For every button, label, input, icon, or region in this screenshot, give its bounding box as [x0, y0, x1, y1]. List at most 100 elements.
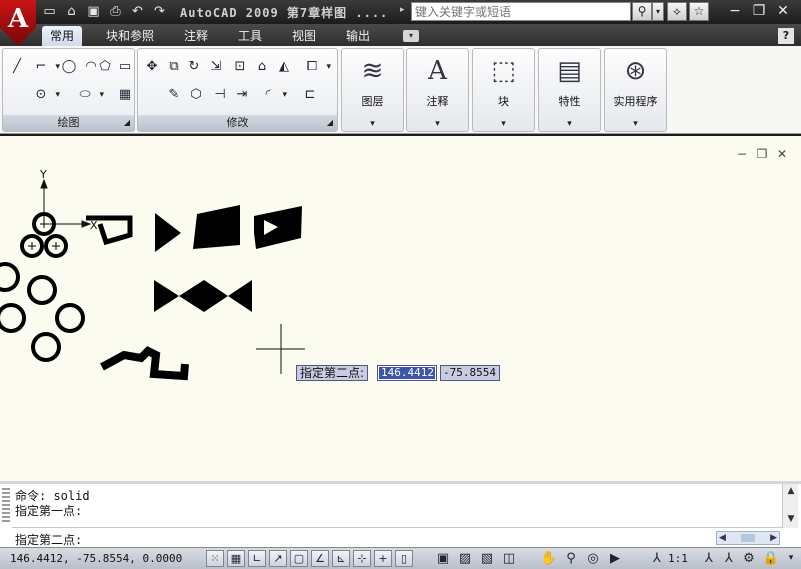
chevron-down-icon[interactable]: ▾	[342, 119, 403, 129]
annotation-scale-icon[interactable]: ⅄	[648, 550, 666, 567]
tab-annotate[interactable]: 注释	[176, 26, 216, 46]
chevron-down-icon[interactable]: ▾	[473, 119, 534, 129]
extend-tool-icon[interactable]: ⇥	[232, 85, 252, 105]
annotation-panel[interactable]: A 注释 ▾	[406, 48, 469, 132]
rotate-tool-icon[interactable]: ↻	[184, 57, 204, 77]
zoom-icon[interactable]: ⚲	[562, 550, 580, 567]
break-tool-icon[interactable]: ⊏	[300, 85, 320, 105]
polar-tracking-icon[interactable]: ↗	[269, 550, 287, 567]
redo-icon[interactable]: ↷	[150, 3, 169, 21]
layout2-icon[interactable]: ▧	[478, 550, 496, 567]
print-icon[interactable]: ⎙	[106, 3, 125, 21]
block-panel[interactable]: ⬚ 块 ▾	[472, 48, 535, 132]
favorites-star-icon[interactable]: ☆	[689, 2, 709, 21]
help-icon[interactable]: ?	[778, 28, 794, 44]
ribbon-minimize-arrow-icon[interactable]: ▾	[403, 30, 419, 42]
line-tool-icon[interactable]: ╱	[7, 57, 27, 77]
coordinate-display[interactable]: 146.4412, -75.8554, 0.0000	[10, 552, 182, 565]
command-horizontal-scrollbar[interactable]: ◀ ▶	[716, 531, 780, 545]
offset-tool-icon[interactable]: ⧠	[302, 57, 331, 77]
close-window-icon[interactable]: ✕	[772, 2, 794, 21]
dynamic-input-icon[interactable]: ⊹	[353, 550, 371, 567]
quick-properties-icon[interactable]: ▯	[395, 550, 413, 567]
scroll-up-icon[interactable]: ▲	[783, 484, 799, 498]
command-window-grip[interactable]	[2, 488, 10, 524]
rectangle-tool-icon[interactable]: ▭	[115, 57, 135, 77]
pan-icon[interactable]: ✋	[540, 550, 558, 567]
annotation-visibility-icon[interactable]: ⅄	[700, 550, 718, 567]
chevron-down-icon[interactable]: ▾	[407, 119, 468, 129]
restore-window-icon[interactable]: ❐	[748, 2, 770, 21]
ortho-mode-icon[interactable]: ∟	[248, 550, 266, 567]
panel-expand-icon[interactable]: ◢	[124, 115, 130, 131]
status-menu-arrow-icon[interactable]: ▾	[782, 550, 800, 567]
communication-center-icon[interactable]: ⟡	[667, 2, 687, 21]
save-icon[interactable]: ▣	[84, 3, 103, 21]
scroll-thumb[interactable]	[741, 534, 755, 542]
draw-panel-title[interactable]: 绘图 ◢	[3, 115, 134, 131]
layers-panel[interactable]: ≋ 图层 ▾	[341, 48, 404, 132]
scroll-down-icon[interactable]: ▼	[783, 512, 799, 526]
fillet-tool-icon[interactable]: ◜	[258, 85, 287, 105]
modify-panel-title[interactable]: 修改 ◢	[138, 115, 337, 131]
open-folder-icon[interactable]: ⌂	[62, 3, 81, 21]
annotation-scale-value[interactable]: 1:1	[668, 552, 688, 565]
properties-panel[interactable]: ▤ 特性 ▾	[538, 48, 601, 132]
move-tool-icon[interactable]: ✥	[142, 57, 162, 77]
mirror-tool-icon[interactable]: ◭	[274, 57, 294, 77]
dynamic-input-y-field[interactable]: -75.8554	[440, 365, 500, 381]
snap-mode-icon[interactable]: ⁙	[206, 550, 224, 567]
chevron-down-icon[interactable]: ▾	[605, 119, 666, 129]
model-space-icon[interactable]: ▣	[434, 550, 452, 567]
steering-wheel-icon[interactable]: ◎	[584, 550, 602, 567]
search-options-arrow-icon[interactable]: ▾	[652, 2, 664, 21]
command-vertical-scrollbar[interactable]: ▲ ▼	[782, 484, 798, 528]
auto-scale-icon[interactable]: ⅄	[720, 550, 738, 567]
tab-blocks-references[interactable]: 块和参照	[98, 26, 162, 46]
polygon-tool-icon[interactable]: ⬠	[95, 57, 115, 77]
explode-tool-icon[interactable]: ⬡	[186, 85, 206, 105]
dynamic-input-x-field[interactable]: 146.4412	[377, 365, 437, 381]
search-input[interactable]	[411, 2, 631, 21]
circle-center-tool-icon[interactable]: ⊙	[31, 85, 60, 105]
minimize-window-icon[interactable]: −	[724, 2, 746, 21]
grid-display-icon[interactable]: ▦	[227, 550, 245, 567]
object-snap-tracking-icon[interactable]: ∠	[311, 550, 329, 567]
undo-icon[interactable]: ↶	[128, 3, 147, 21]
array-tool-icon[interactable]: ⌂	[252, 57, 272, 77]
drawing-minimize-icon[interactable]: −	[735, 148, 749, 160]
ellipse-tool-icon[interactable]: ⬭	[75, 85, 104, 105]
panel-expand-icon[interactable]: ◢	[327, 115, 333, 131]
command-prompt-line[interactable]: 指定第二点:	[15, 531, 82, 548]
workspace-switching-icon[interactable]: ⚙	[740, 550, 758, 567]
erase-tool-icon[interactable]: ✎	[164, 85, 184, 105]
tab-view[interactable]: 视图	[284, 26, 324, 46]
tab-output[interactable]: 输出	[338, 26, 378, 46]
new-file-icon[interactable]: ▭	[40, 3, 59, 21]
dynamic-ucs-icon[interactable]: ⊾	[332, 550, 350, 567]
scale-tool-icon[interactable]: ⇲	[206, 57, 226, 77]
tab-home[interactable]: 常用	[42, 26, 83, 46]
scroll-right-icon[interactable]: ▶	[770, 532, 777, 544]
drawing-close-icon[interactable]: ✕	[775, 148, 789, 160]
polyline-tool-icon[interactable]: ⌐	[31, 57, 60, 77]
stretch-tool-icon[interactable]: ⊡	[230, 57, 250, 77]
drawing-restore-icon[interactable]: ❐	[755, 148, 769, 160]
tab-tools[interactable]: 工具	[230, 26, 270, 46]
lineweight-icon[interactable]: +	[374, 550, 392, 567]
showmotion-icon[interactable]: ▶	[606, 550, 624, 567]
search-expand-arrow-icon[interactable]: ▸	[400, 5, 405, 15]
copy-tool-icon[interactable]: ⧉	[164, 57, 184, 77]
drawing-canvas[interactable]: Y X − ❐ ✕ 指定第二点: 146.4412 -75.8554	[0, 136, 801, 481]
hatch-tool-icon[interactable]: ▦	[115, 85, 135, 105]
scroll-left-icon[interactable]: ◀	[719, 532, 726, 544]
circle-tool-icon[interactable]: ◯	[59, 57, 79, 77]
object-snap-icon[interactable]: ▢	[290, 550, 308, 567]
trim-tool-icon[interactable]: ⊣	[210, 85, 230, 105]
search-icon[interactable]: ⚲	[632, 2, 652, 21]
quick-view-layouts-icon[interactable]: ◫	[500, 550, 518, 567]
chevron-down-icon[interactable]: ▾	[539, 119, 600, 129]
layout1-icon[interactable]: ▨	[456, 550, 474, 567]
utilities-panel[interactable]: ⊛ 实用程序 ▾	[604, 48, 667, 132]
lock-icon[interactable]: 🔒	[762, 550, 780, 567]
